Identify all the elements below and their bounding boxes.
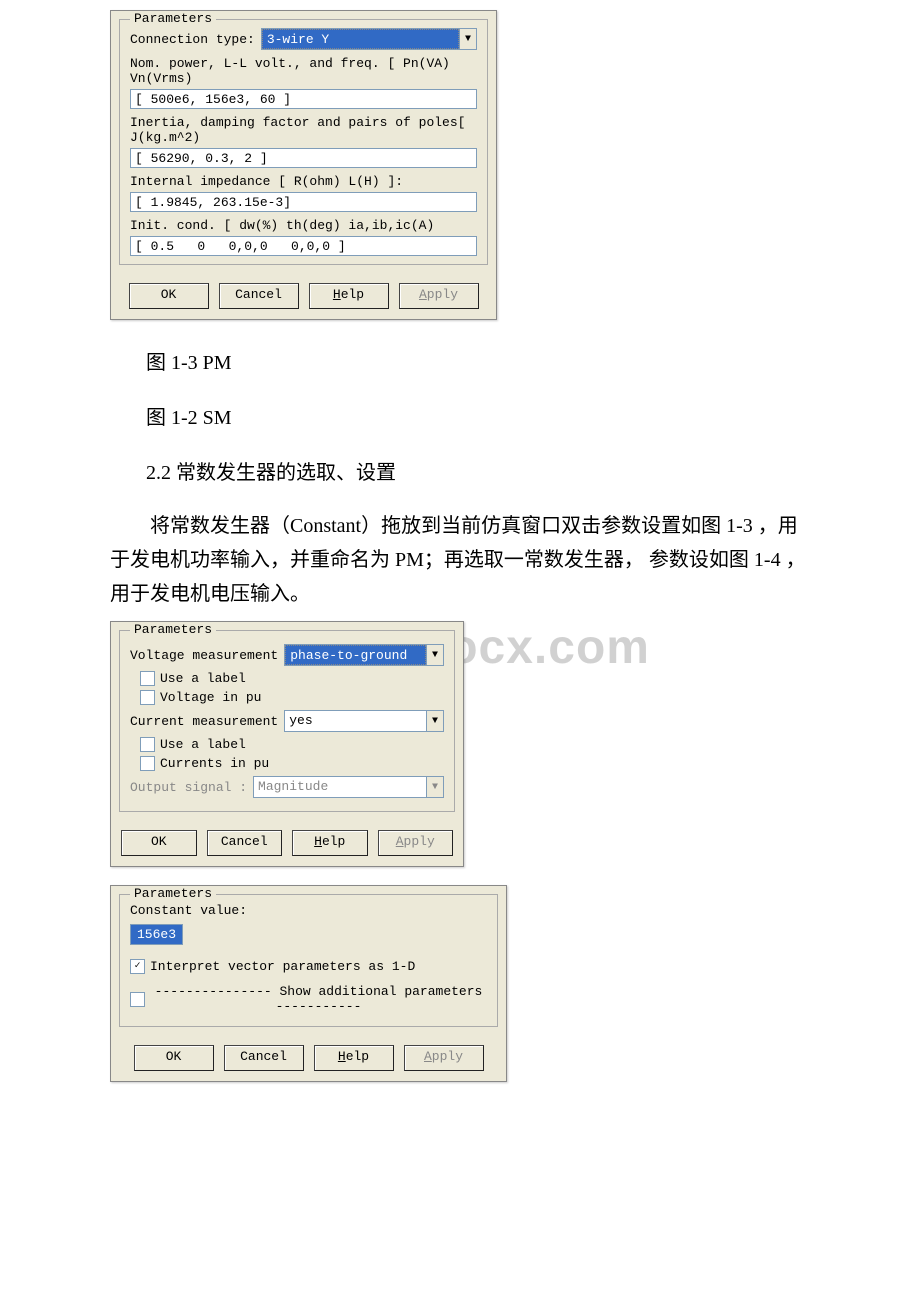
interpret-vector-checkbox[interactable]: ✓ bbox=[130, 959, 145, 974]
output-signal-dropdown: Magnitude ▼ bbox=[253, 776, 444, 798]
apply-button: Apply bbox=[378, 830, 454, 856]
cancel-button[interactable]: Cancel bbox=[224, 1045, 304, 1071]
legend: Parameters bbox=[130, 886, 216, 901]
connection-type-dropdown[interactable]: 3-wire Y ▼ bbox=[261, 28, 477, 50]
show-additional-checkbox[interactable] bbox=[130, 992, 145, 1007]
help-button[interactable]: Help bbox=[309, 283, 389, 309]
current-measurement-value: yes bbox=[285, 711, 426, 731]
chevron-down-icon: ▼ bbox=[459, 29, 476, 49]
cancel-button[interactable]: Cancel bbox=[207, 830, 283, 856]
impedance-input[interactable] bbox=[130, 192, 477, 212]
legend: Parameters bbox=[130, 11, 216, 26]
voltage-measurement-label: Voltage measurement bbox=[130, 648, 278, 663]
cancel-button[interactable]: Cancel bbox=[219, 283, 299, 309]
currents-in-pu-checkbox[interactable] bbox=[140, 756, 155, 771]
help-button[interactable]: Help bbox=[292, 830, 368, 856]
ok-button[interactable]: OK bbox=[129, 283, 209, 309]
nom-power-label: Nom. power, L-L volt., and freq. [ Pn(VA… bbox=[130, 56, 477, 86]
inertia-input[interactable] bbox=[130, 148, 477, 168]
button-bar: OK Cancel Help Apply bbox=[111, 820, 463, 866]
use-label-voltage-checkbox[interactable] bbox=[140, 671, 155, 686]
voltage-measurement-dropdown[interactable]: phase-to-ground ▼ bbox=[284, 644, 444, 666]
voltage-measurement-value: phase-to-ground bbox=[285, 645, 426, 665]
constant-value-input[interactable]: 156e3 bbox=[130, 924, 183, 945]
impedance-label: Internal impedance [ R(ohm) L(H) ]: bbox=[130, 174, 477, 189]
chevron-down-icon: ▼ bbox=[426, 777, 443, 797]
use-label-current-text: Use a label bbox=[160, 737, 444, 752]
interpret-vector-text: Interpret vector parameters as 1-D bbox=[150, 959, 487, 974]
current-measurement-dropdown[interactable]: yes ▼ bbox=[284, 710, 444, 732]
use-label-voltage-text: Use a label bbox=[160, 671, 444, 686]
output-signal-label: Output signal : bbox=[130, 780, 247, 795]
connection-type-value: 3-wire Y bbox=[262, 29, 459, 49]
button-bar: OK Cancel Help Apply bbox=[111, 273, 496, 319]
figure-caption-1-3: 图 1-3 PM bbox=[146, 346, 810, 375]
init-cond-input[interactable] bbox=[130, 236, 477, 256]
apply-button: Apply bbox=[404, 1045, 484, 1071]
chevron-down-icon: ▼ bbox=[426, 711, 443, 731]
ok-button[interactable]: OK bbox=[121, 830, 197, 856]
parameters-dialog-1: Parameters Connection type: 3-wire Y ▼ N… bbox=[110, 10, 497, 320]
voltage-in-pu-text: Voltage in pu bbox=[160, 690, 444, 705]
use-label-current-checkbox[interactable] bbox=[140, 737, 155, 752]
inertia-label: Inertia, damping factor and pairs of pol… bbox=[130, 115, 477, 145]
parameters-dialog-3: Parameters Constant value: 156e3 ✓ Inter… bbox=[110, 885, 507, 1082]
paragraph: 将常数发生器（Constant）拖放到当前仿真窗口双击参数设置如图 1-3 ，用… bbox=[110, 509, 810, 611]
current-measurement-label: Current measurement bbox=[130, 714, 278, 729]
parameters-dialog-2: Parameters Voltage measurement phase-to-… bbox=[110, 621, 464, 867]
output-signal-value: Magnitude bbox=[254, 777, 426, 797]
show-additional-text: --------------- Show additional paramete… bbox=[150, 984, 487, 1014]
button-bar: OK Cancel Help Apply bbox=[111, 1035, 506, 1081]
chevron-down-icon: ▼ bbox=[426, 645, 443, 665]
nom-power-input[interactable] bbox=[130, 89, 477, 109]
currents-in-pu-text: Currents in pu bbox=[160, 756, 444, 771]
voltage-in-pu-checkbox[interactable] bbox=[140, 690, 155, 705]
constant-value-label: Constant value: bbox=[130, 903, 487, 918]
figure-caption-1-2: 图 1-2 SM bbox=[146, 401, 810, 430]
section-heading: 2.2 常数发生器的选取、设置 bbox=[146, 456, 810, 485]
help-button[interactable]: Help bbox=[314, 1045, 394, 1071]
apply-button: Apply bbox=[399, 283, 479, 309]
legend: Parameters bbox=[130, 622, 216, 637]
connection-type-label: Connection type: bbox=[130, 32, 255, 47]
init-cond-label: Init. cond. [ dw(%) th(deg) ia,ib,ic(A) bbox=[130, 218, 477, 233]
ok-button[interactable]: OK bbox=[134, 1045, 214, 1071]
